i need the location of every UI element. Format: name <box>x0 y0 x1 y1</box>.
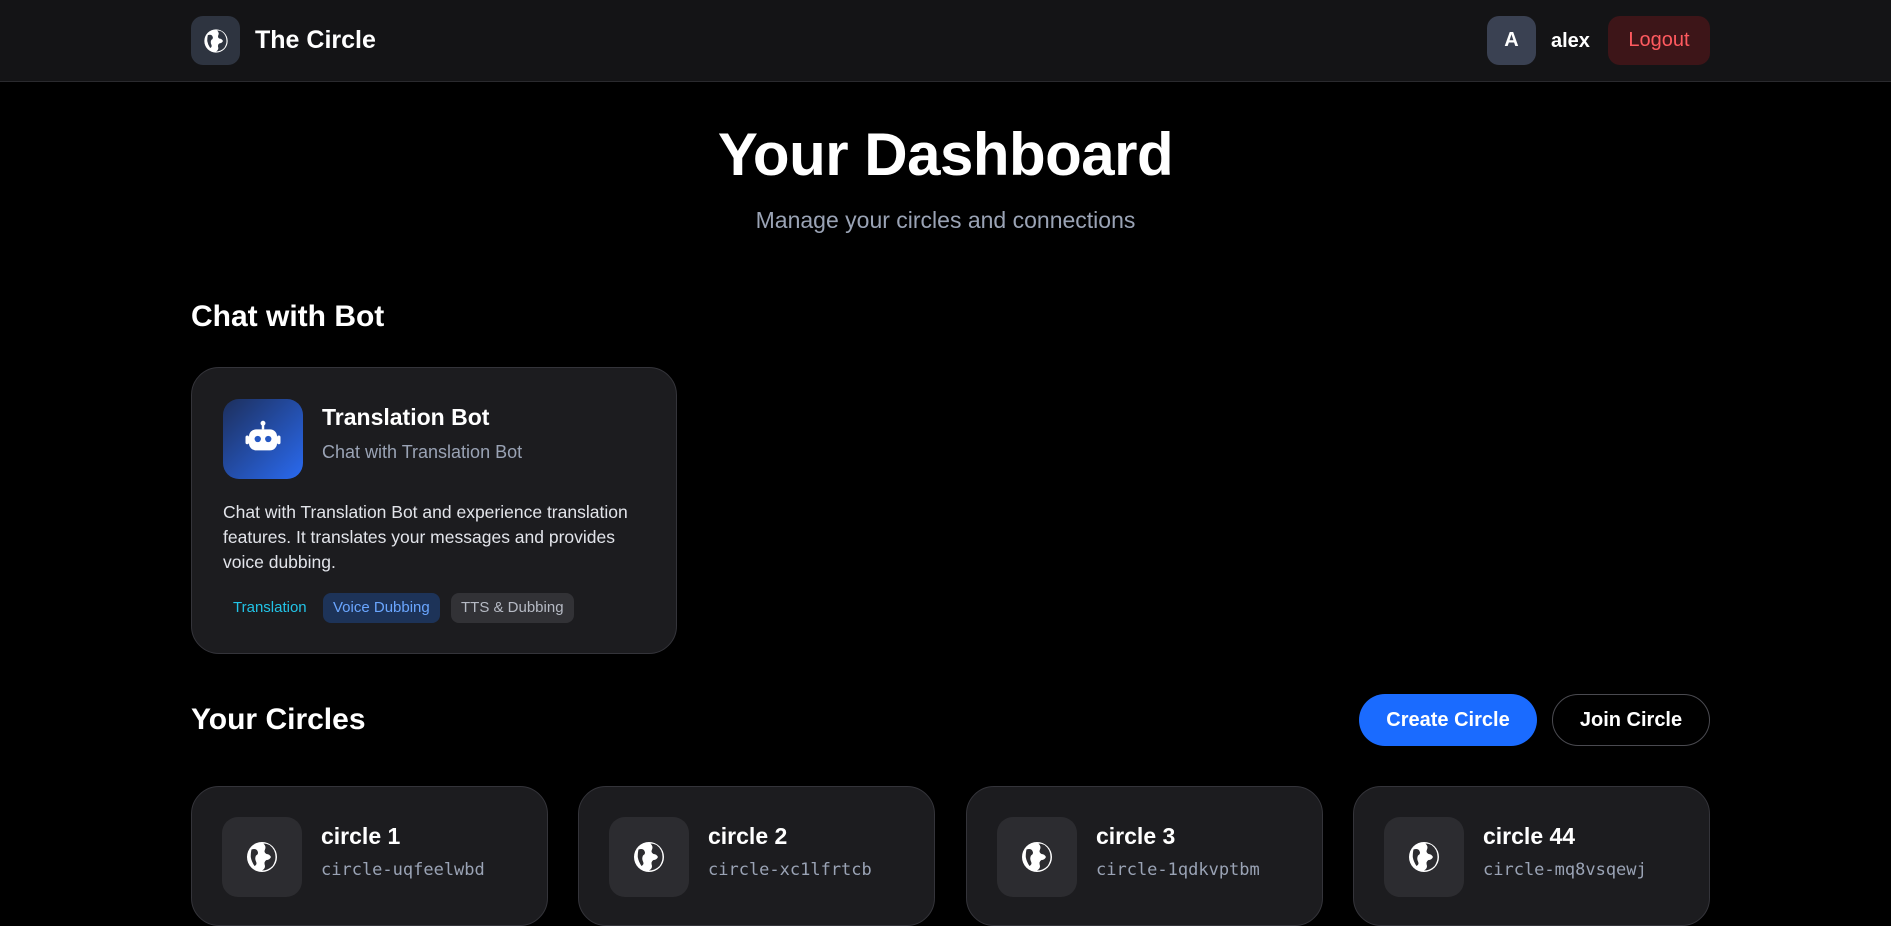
username: alex <box>1551 30 1590 52</box>
user-avatar[interactable]: A <box>1487 16 1536 65</box>
tag-voice-dubbing: Voice Dubbing <box>323 593 440 623</box>
tag-translation: Translation <box>233 599 307 616</box>
circle-card[interactable]: circle 1 circle-uqfeelwbd <box>191 786 548 926</box>
circle-card[interactable]: circle 2 circle-xc1lfrtcb <box>578 786 935 926</box>
globe-icon <box>222 817 302 897</box>
circle-card[interactable]: circle 44 circle-mq8vsqewj <box>1353 786 1710 926</box>
circles-section-title: Your Circles <box>191 703 366 736</box>
bot-description: Chat with Translation Bot and experience… <box>223 502 628 572</box>
circle-name: circle 3 <box>1096 823 1176 849</box>
top-navbar: The Circle A alex Logout <box>0 0 1891 82</box>
page-subtitle: Manage your circles and connections <box>755 207 1136 233</box>
globe-icon <box>997 817 1077 897</box>
tag-tts-dubbing: TTS & Dubbing <box>451 593 574 623</box>
circle-name: circle 1 <box>321 823 401 849</box>
circle-code: circle-uqfeelwbd <box>321 860 485 880</box>
globe-icon <box>609 817 689 897</box>
circle-name: circle 44 <box>1483 823 1576 849</box>
logout-button[interactable]: Logout <box>1608 16 1710 65</box>
brand-title[interactable]: The Circle <box>255 26 376 55</box>
circle-code: circle-xc1lfrtcb <box>708 860 872 880</box>
circle-name: circle 2 <box>708 823 788 849</box>
robot-icon <box>223 399 303 479</box>
circle-code: circle-mq8vsqewj <box>1483 860 1647 880</box>
circle-card[interactable]: circle 3 circle-1qdkvptbm <box>966 786 1323 926</box>
join-circle-button[interactable]: Join Circle <box>1552 694 1710 746</box>
page-title: Your Dashboard <box>717 121 1174 188</box>
translation-bot-card[interactable]: Translation Bot Chat with Translation Bo… <box>191 367 677 654</box>
bot-name: Translation Bot <box>322 404 490 430</box>
circle-code: circle-1qdkvptbm <box>1096 860 1260 880</box>
globe-icon <box>1384 817 1464 897</box>
globe-icon[interactable] <box>191 16 240 65</box>
bot-subtitle: Chat with Translation Bot <box>322 442 523 462</box>
bot-section-title: Chat with Bot <box>191 300 385 333</box>
create-circle-button[interactable]: Create Circle <box>1359 694 1537 746</box>
